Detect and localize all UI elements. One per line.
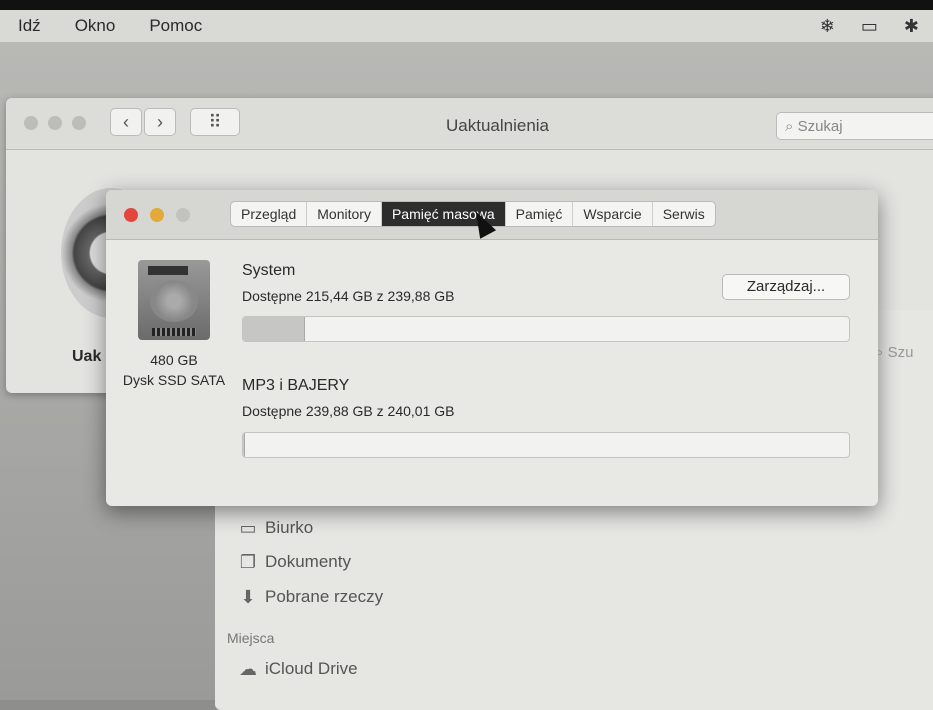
back-button[interactable]: ‹ [110, 108, 142, 136]
storage-bar-used [243, 433, 245, 457]
zoom-button[interactable] [176, 208, 190, 222]
sidebar-item-desktop[interactable]: ▭ Biurko [237, 518, 313, 538]
storage-bar [242, 432, 850, 458]
menu-bar: Idź Okno Pomoc ❄ ▭ ✱ [0, 10, 933, 42]
updates-label: Uak [72, 348, 102, 365]
airplay-icon[interactable]: ▭ [861, 16, 878, 37]
system-info-titlebar: Przegląd Monitory Pamięć masowa Pamięć W… [106, 190, 878, 240]
zoom-button[interactable] [72, 116, 86, 130]
minimize-button[interactable] [48, 116, 62, 130]
disk-type: Dysk SSD SATA [122, 372, 226, 388]
system-info-window: Przegląd Monitory Pamięć masowa Pamięć W… [106, 190, 878, 506]
sidebar-section-places: Miejsca [227, 630, 275, 646]
volume-name: System [242, 262, 296, 279]
finder-search[interactable]: ⌕ Szu [875, 344, 913, 361]
bluetooth-icon[interactable]: ✱ [904, 16, 919, 37]
fan-icon[interactable]: ❄ [820, 16, 835, 37]
tab-overview[interactable]: Przegląd [231, 202, 308, 226]
screen-bezel [0, 0, 933, 10]
forward-button[interactable]: › [144, 108, 176, 136]
volume-name: MP3 i BAJERY [242, 377, 350, 394]
volume-info: Dostępne 239,88 GB z 240,01 GB [242, 403, 455, 419]
close-button[interactable] [24, 116, 38, 130]
storage-bar-used [243, 317, 305, 341]
sidebar-item-icloud[interactable]: ☁ iCloud Drive [237, 659, 358, 679]
cloud-icon: ☁ [239, 659, 257, 679]
sidebar-label: Biurko [265, 518, 314, 537]
disk-size: 480 GB [150, 352, 198, 368]
finder-search-placeholder: Szu [887, 344, 914, 361]
sidebar-label: iCloud Drive [265, 659, 358, 678]
manage-button[interactable]: Zarządzaj... [722, 274, 850, 300]
menu-help[interactable]: Pomoc [149, 16, 202, 36]
sidebar-item-downloads[interactable]: ⬇ Pobrane rzeczy [237, 587, 383, 607]
tab-memory[interactable]: Pamięć [506, 202, 574, 226]
tab-service[interactable]: Serwis [653, 202, 715, 226]
documents-icon: ❐ [239, 552, 257, 572]
sidebar-label: Dokumenty [265, 552, 351, 571]
updates-titlebar: ‹ › ⠿ Uaktualnienia ⌕ Szukaj [6, 98, 933, 150]
menu-go[interactable]: Idź [18, 16, 41, 36]
desktop-icon: ▭ [239, 518, 257, 538]
download-icon: ⬇ [240, 587, 256, 607]
window-title: Uaktualnienia [446, 116, 550, 135]
search-placeholder: Szukaj [797, 118, 843, 135]
search-field[interactable]: ⌕ Szukaj [776, 112, 933, 140]
hard-drive-icon [138, 260, 210, 340]
close-button[interactable] [124, 208, 138, 222]
volume-info: Dostępne 215,44 GB z 239,88 GB [242, 288, 455, 304]
tab-displays[interactable]: Monitory [307, 202, 382, 226]
sidebar-label: Pobrane rzeczy [265, 587, 384, 606]
grid-view-button[interactable]: ⠿ [190, 108, 240, 136]
menu-window[interactable]: Okno [75, 16, 116, 36]
storage-bar [242, 316, 850, 342]
sidebar-item-documents[interactable]: ❐ Dokumenty [237, 552, 351, 572]
tab-support[interactable]: Wsparcie [573, 202, 653, 226]
minimize-button[interactable] [150, 208, 164, 222]
